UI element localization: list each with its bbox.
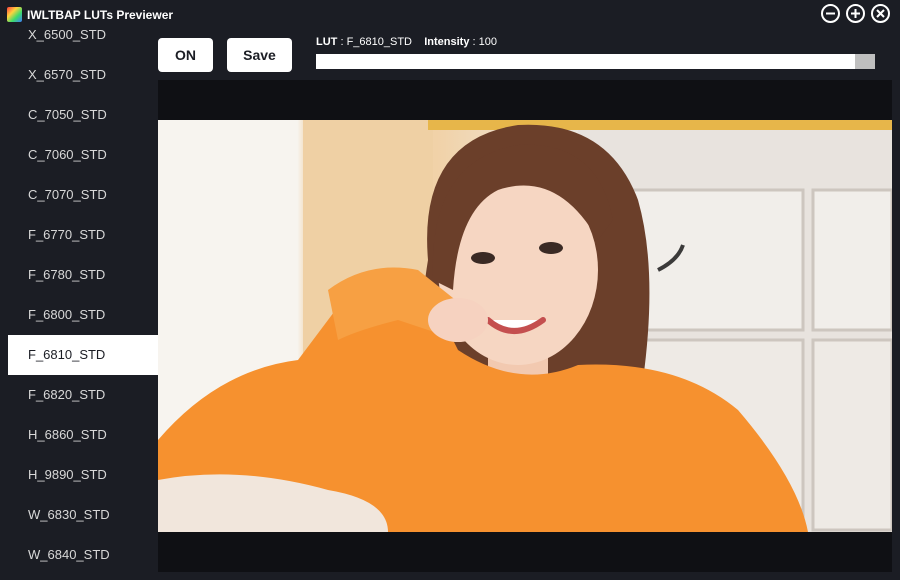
lut-item[interactable]: C_7060_STD	[8, 135, 158, 175]
maximize-icon	[851, 9, 860, 18]
preview-image	[158, 120, 892, 532]
save-button[interactable]: Save	[227, 38, 292, 72]
portrait-illustration	[158, 120, 892, 532]
lut-list[interactable]: X_6500_STD X_6570_STD C_7050_STD C_7060_…	[8, 15, 158, 575]
lut-value: : F_6810_STD	[340, 36, 412, 48]
lut-label: LUT	[316, 36, 338, 48]
lut-item-selected[interactable]: F_6810_STD	[8, 335, 158, 375]
maximize-button[interactable]	[846, 4, 865, 23]
close-icon	[876, 9, 885, 18]
lut-item[interactable]: W_6830_STD	[8, 495, 158, 535]
minimize-icon	[826, 12, 835, 15]
intensity-label: Intensity	[424, 36, 470, 48]
lut-item[interactable]: F_6780_STD	[8, 255, 158, 295]
lut-item[interactable]: C_7050_STD	[8, 95, 158, 135]
lut-item[interactable]: F_6800_STD	[8, 295, 158, 335]
lut-item[interactable]: X_6570_STD	[8, 55, 158, 95]
lut-item[interactable]: F_6820_STD	[8, 375, 158, 415]
close-button[interactable]	[871, 4, 890, 23]
lut-item[interactable]: X_6500_STD	[8, 15, 158, 55]
intensity-value: : 100	[472, 36, 497, 48]
lut-info: LUT : F_6810_STD Intensity : 100	[316, 36, 497, 48]
intensity-slider[interactable]	[316, 54, 875, 69]
lut-item[interactable]: W_6840_STD	[8, 535, 158, 575]
toggle-on-button[interactable]: ON	[158, 38, 213, 72]
intensity-fill	[316, 54, 855, 69]
lut-item[interactable]: C_7070_STD	[8, 175, 158, 215]
minimize-button[interactable]	[821, 4, 840, 23]
lut-item[interactable]: H_9890_STD	[8, 455, 158, 495]
lut-item[interactable]: F_6770_STD	[8, 215, 158, 255]
lut-item[interactable]: H_6860_STD	[8, 415, 158, 455]
